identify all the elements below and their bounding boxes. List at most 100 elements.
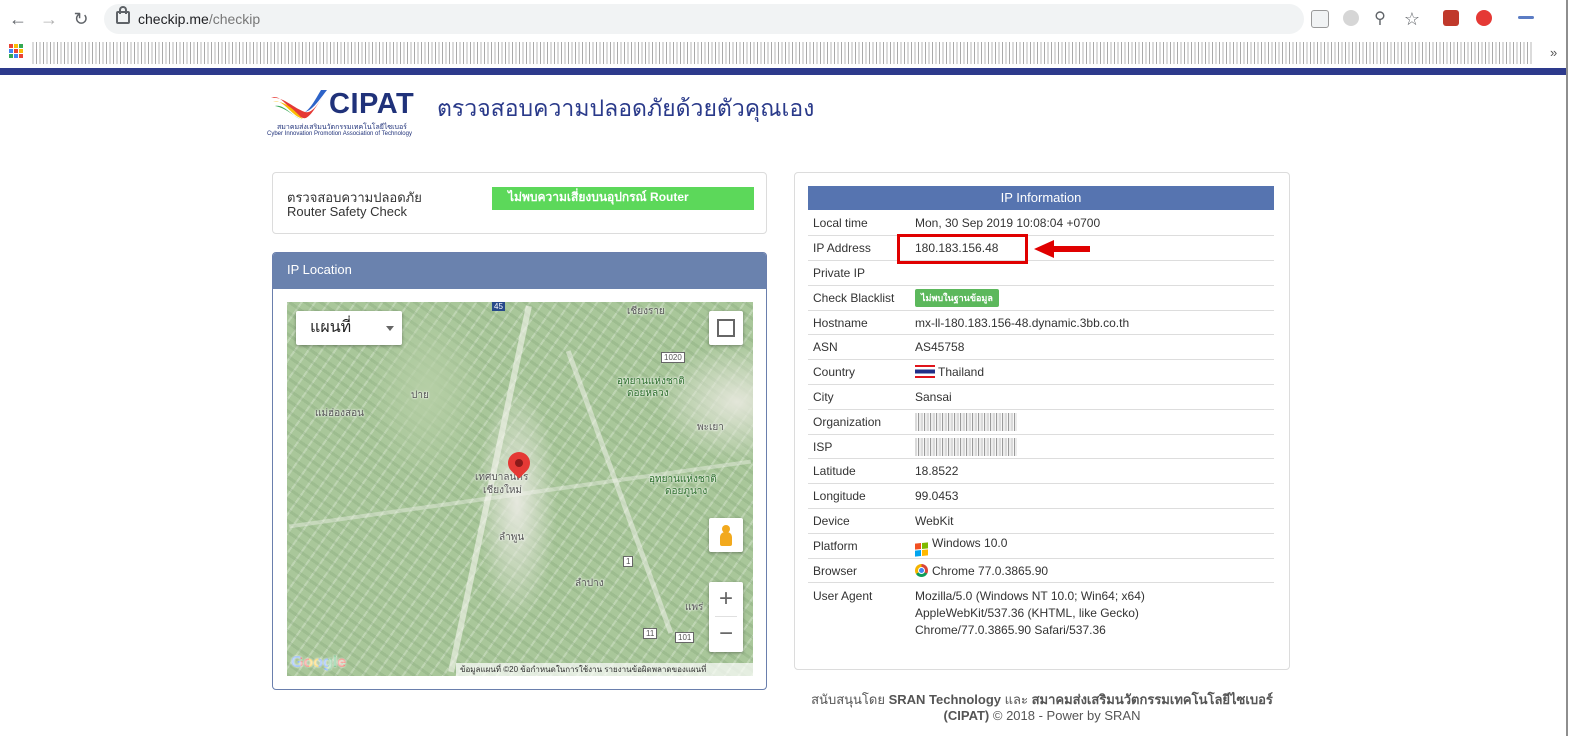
table-row: User Agent Mozilla/5.0 (Windows NT 10.0; … bbox=[808, 583, 1274, 643]
google-logo[interactable]: Google bbox=[291, 654, 346, 672]
map-label-road101: 101 bbox=[675, 632, 695, 643]
reload-icon[interactable]: ↻ bbox=[70, 8, 92, 30]
map-label-chiangrai: เชียงราย bbox=[627, 306, 665, 317]
back-icon[interactable]: ← bbox=[7, 8, 29, 30]
table-row: Organization bbox=[808, 409, 1274, 435]
lock-icon bbox=[116, 6, 130, 24]
map-attribution[interactable]: ข้อมูลแผนที่ ©20 ข้อกำหนดในการใช้งาน ราย… bbox=[456, 663, 753, 676]
bookmarks-more-button[interactable]: » bbox=[1550, 45, 1557, 60]
row-key: ISP bbox=[808, 434, 910, 460]
footer-cipat-name: สมาคมส่งเสริมนวัตกรรมเทคโนโลยีไซเบอร์ bbox=[1031, 692, 1273, 707]
logo-wave-icon bbox=[271, 90, 327, 120]
forward-icon[interactable]: → bbox=[38, 8, 60, 30]
bookmarks-bar: » bbox=[0, 38, 1568, 68]
ip-information-table: Local time Mon, 30 Sep 2019 10:08:04 +070… bbox=[808, 211, 1274, 643]
red-arrow-icon bbox=[1034, 240, 1090, 258]
platform-value: Windows 10.0 bbox=[932, 535, 1008, 550]
address-bar[interactable]: checkip.me/checkip bbox=[104, 4, 1304, 34]
table-row: Private IP bbox=[808, 260, 1274, 286]
zoom-icon[interactable]: ⚲ bbox=[1369, 8, 1391, 30]
row-key: Country bbox=[808, 359, 910, 386]
map-label-lampang: ลำปาง bbox=[575, 578, 604, 589]
apps-grid-icon[interactable] bbox=[9, 44, 23, 58]
footer-sran-link[interactable]: SRAN Technology bbox=[889, 692, 1001, 707]
user-agent-value: Mozilla/5.0 (Windows NT 10.0; Win64; x64… bbox=[915, 589, 1145, 638]
street-view-pegman-button[interactable] bbox=[709, 518, 743, 552]
local-time-value: Mon, 30 Sep 2019 10:08:04 +0700 bbox=[910, 211, 1274, 237]
map-label-phrae: แพร่ bbox=[685, 602, 704, 613]
map-label-np1b: ดอยหลวง bbox=[627, 388, 669, 399]
blacklist-status-badge: ไม่พบในฐานข้อมูล bbox=[915, 288, 999, 307]
device-value: WebKit bbox=[910, 508, 1274, 534]
thailand-flag-icon bbox=[915, 365, 935, 379]
cipat-logo[interactable]: CIPAT สมาคมส่งเสริมนวัตกรรมเทคโนโลยีไซเบ… bbox=[267, 86, 417, 142]
window-edge bbox=[1566, 0, 1568, 736]
blocker-extension-icon[interactable] bbox=[1343, 10, 1359, 26]
table-row: Browser Chrome 77.0.3865.90 bbox=[808, 558, 1274, 584]
browser-value: Chrome 77.0.3865.90 bbox=[932, 563, 1049, 578]
map-label-lamphun: ลำพูน bbox=[499, 532, 525, 543]
row-key: IP Address bbox=[808, 235, 910, 262]
bookmarks-redacted[interactable] bbox=[32, 42, 1534, 64]
map-type-select[interactable]: แผนที่ bbox=[296, 311, 402, 345]
screenshot-extension-icon[interactable] bbox=[1311, 10, 1329, 28]
table-row: City Sansai bbox=[808, 384, 1274, 410]
table-row: Platform Windows 10.0 bbox=[808, 533, 1274, 559]
table-row: Hostname mx-ll-180.183.156-48.dynamic.3bb… bbox=[808, 310, 1274, 336]
map-label-np2b: ดอยภูนาง bbox=[665, 486, 708, 497]
url-text: checkip.me/checkip bbox=[138, 11, 261, 27]
zoom-out-button[interactable]: − bbox=[709, 618, 743, 652]
ip-location-heading: IP Location bbox=[273, 253, 766, 289]
footer-copyright: (CIPAT) © 2018 - Power by SRAN bbox=[943, 708, 1141, 723]
row-key: Latitude bbox=[808, 458, 910, 485]
row-key: Check Blacklist bbox=[808, 285, 910, 311]
latitude-value: 18.8522 bbox=[910, 458, 1274, 485]
browser-toolbar: ← → ↻ checkip.me/checkip ⚲ ☆ bbox=[0, 0, 1568, 39]
logo-wordmark: CIPAT bbox=[329, 88, 415, 120]
row-key: Device bbox=[808, 508, 910, 534]
ip-address-highlight-box bbox=[897, 234, 1028, 264]
hostname-value: mx-ll-180.183.156-48.dynamic.3bb.co.th bbox=[910, 310, 1274, 336]
table-row: Check Blacklist ไม่พบในฐานข้อมูล bbox=[808, 285, 1274, 311]
map-label-road1020: 1020 bbox=[661, 352, 685, 363]
router-check-panel: ตรวจสอบความปลอดภัย Router Safety Check ไ… bbox=[272, 172, 767, 234]
organization-redacted-value bbox=[915, 412, 1017, 431]
table-row: Latitude 18.8522 bbox=[808, 458, 1274, 485]
windows-icon bbox=[915, 542, 928, 557]
map-label-road45: 45 bbox=[492, 302, 505, 311]
bookmark-star-icon[interactable]: ☆ bbox=[1401, 8, 1423, 30]
location-map[interactable]: เชียงราย 45 1020 แม่ฮ่องสอน ปาย อุทยานแห… bbox=[287, 302, 753, 676]
row-key: Longitude bbox=[808, 483, 910, 510]
row-key: Organization bbox=[808, 409, 910, 435]
row-key: Local time bbox=[808, 211, 910, 237]
map-label-road1: 1 bbox=[623, 556, 634, 567]
private-ip-value bbox=[910, 260, 1274, 286]
chrome-icon bbox=[915, 563, 928, 577]
asn-value: AS45758 bbox=[910, 334, 1274, 361]
map-type-label: แผนที่ bbox=[310, 319, 352, 336]
row-key: Browser bbox=[808, 558, 910, 584]
longitude-value: 99.0453 bbox=[910, 483, 1274, 510]
map-label-road11: 11 bbox=[643, 628, 658, 639]
map-label-city2: เชียงใหม่ bbox=[483, 485, 523, 496]
router-status-badge: ไม่พบความเสี่ยงบนอุปกรณ์ Router bbox=[492, 187, 754, 210]
table-row: Local time Mon, 30 Sep 2019 10:08:04 +070… bbox=[808, 211, 1274, 237]
zoom-in-button[interactable]: + bbox=[709, 582, 743, 616]
map-fullscreen-button[interactable] bbox=[709, 311, 743, 345]
logo-tagline-english: Cyber Innovation Promotion Association o… bbox=[267, 131, 412, 137]
table-row: Country Thailand bbox=[808, 359, 1274, 386]
footer-credit: สนับสนุนโดย SRAN Technology และ สมาคมส่ง… bbox=[811, 692, 1273, 707]
site-top-bar bbox=[0, 68, 1568, 75]
flash-extension-icon[interactable] bbox=[1476, 10, 1492, 26]
city-value: Sansai bbox=[910, 384, 1274, 410]
router-check-label: Router Safety Check bbox=[287, 204, 407, 219]
map-label-phayao: พะเยา bbox=[697, 422, 724, 433]
row-key: Platform bbox=[808, 533, 910, 559]
extension-menu-icon[interactable] bbox=[1518, 16, 1534, 19]
row-key: Private IP bbox=[808, 260, 910, 286]
table-row: Longitude 99.0453 bbox=[808, 483, 1274, 510]
table-row: ISP bbox=[808, 434, 1274, 460]
row-key: ASN bbox=[808, 334, 910, 361]
pdf-extension-icon[interactable] bbox=[1443, 10, 1459, 26]
row-key: Hostname bbox=[808, 310, 910, 336]
